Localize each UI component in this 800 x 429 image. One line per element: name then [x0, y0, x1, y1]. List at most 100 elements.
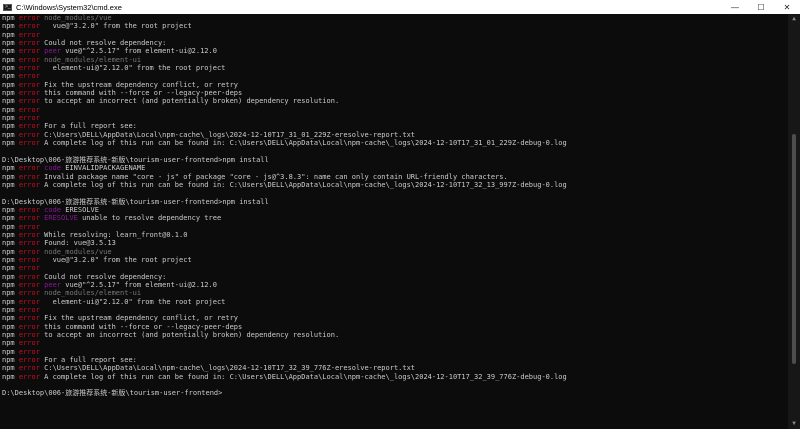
npm-prefix: npm	[2, 89, 19, 98]
error-message: this command with --force or --legacy-pe…	[39, 322, 243, 331]
error-tag: error	[18, 114, 40, 123]
console-line: D:\Desktop\006-旅游推荐系统-新版\tourism-user-fr…	[2, 156, 788, 164]
error-message: While resolving: learn_front@0.1.0	[39, 230, 188, 239]
error-message: A complete log of this run can be found …	[39, 139, 567, 148]
error-tag: error	[18, 297, 40, 306]
error-tag: error	[18, 80, 40, 89]
error-code: code	[39, 164, 62, 173]
console-line: npm error node_modules/element-ui	[2, 289, 788, 297]
npm-prefix: npm	[2, 172, 19, 181]
error-message: vue@"3.2.0" from the root project	[39, 255, 192, 264]
npm-prefix: npm	[2, 306, 19, 315]
error-message: to accept an incorrect (and potentially …	[39, 97, 340, 106]
error-message: to accept an incorrect (and potentially …	[39, 331, 340, 340]
npm-prefix: npm	[2, 164, 19, 173]
npm-prefix: npm	[2, 247, 19, 256]
npm-prefix: npm	[2, 30, 19, 39]
scroll-thumb[interactable]	[792, 134, 796, 364]
error-message: A complete log of this run can be found …	[39, 372, 567, 381]
error-tag: error	[18, 289, 40, 298]
error-tag: error	[18, 89, 40, 98]
error-tag: error	[18, 139, 40, 148]
console-line: npm error Fix the upstream dependency co…	[2, 81, 788, 89]
console-line: npm error C:\Users\DELL\AppData\Local\np…	[2, 364, 788, 372]
error-message: Found: vue@3.5.13	[39, 239, 116, 248]
error-tag: error	[18, 164, 40, 173]
maximize-button[interactable]: ☐	[748, 0, 774, 14]
close-button[interactable]: ✕	[774, 0, 800, 14]
error-tag: error	[18, 55, 40, 64]
console-line: npm error this command with --force or -…	[2, 323, 788, 331]
error-message: vue@"^2.5.17" from element-ui@2.12.0	[61, 281, 217, 289]
error-message: element-ui@"2.12.0" from the root projec…	[39, 297, 226, 306]
npm-prefix: npm	[2, 180, 19, 189]
console-line: npm error A complete log of this run can…	[2, 373, 788, 381]
console-line: npm error this command with --force or -…	[2, 89, 788, 97]
npm-prefix: npm	[2, 372, 19, 381]
console-line: npm error	[2, 72, 788, 80]
scroll-down-icon[interactable]: ▼	[788, 419, 800, 429]
console-line: npm error Could not resolve dependency:	[2, 39, 788, 47]
prompt-text: D:\Desktop\006-旅游推荐系统-新版\tourism-user-fr…	[2, 389, 223, 398]
error-message: Invalid package name "core - js" of pack…	[39, 172, 508, 181]
console-line: npm error element-ui@"2.12.0" from the r…	[2, 298, 788, 306]
npm-prefix: npm	[2, 205, 19, 214]
error-message: unable to resolve dependency tree	[77, 214, 222, 223]
prompt-text: D:\Desktop\006-旅游推荐系统-新版\tourism-user-fr…	[2, 155, 269, 164]
error-message: vue@"^2.5.17" from element-ui@2.12.0	[61, 47, 217, 56]
error-tag: error	[18, 222, 40, 231]
npm-prefix: npm	[2, 122, 19, 131]
npm-prefix: npm	[2, 222, 19, 231]
npm-prefix: npm	[2, 139, 19, 148]
window-title: C:\Windows\System32\cmd.exe	[16, 2, 122, 12]
npm-prefix: npm	[2, 22, 19, 31]
console-line: npm error node_modules/vue	[2, 248, 788, 256]
console-line: npm error Invalid package name "core - j…	[2, 173, 788, 181]
npm-prefix: npm	[2, 214, 19, 223]
console-line: npm error peer vue@"^2.5.17" from elemen…	[2, 281, 788, 289]
error-message: node_modules/element-ui	[39, 289, 142, 298]
vertical-scrollbar[interactable]: ▲ ▼	[788, 14, 800, 429]
error-message: vue@"3.2.0" from the root project	[39, 22, 192, 31]
console-line: npm error Could not resolve dependency:	[2, 273, 788, 281]
error-message: Fix the upstream dependency conflict, or…	[39, 314, 239, 323]
console-line: npm error	[2, 348, 788, 356]
error-message: Could not resolve dependency:	[39, 272, 167, 281]
npm-prefix: npm	[2, 272, 19, 281]
error-message: For a full report see:	[39, 122, 137, 131]
minimize-button[interactable]: —	[722, 0, 748, 14]
npm-prefix: npm	[2, 281, 19, 289]
error-message: Fix the upstream dependency conflict, or…	[39, 80, 239, 89]
error-tag: error	[18, 64, 40, 73]
title-bar[interactable]: >_ C:\Windows\System32\cmd.exe — ☐ ✕	[0, 0, 800, 14]
console-line: npm error element-ui@"2.12.0" from the r…	[2, 64, 788, 72]
error-tag: error	[18, 105, 40, 114]
error-tag: error	[18, 322, 40, 331]
npm-prefix: npm	[2, 72, 19, 81]
error-tag: error	[18, 247, 40, 256]
error-message: this command with --force or --legacy-pe…	[39, 89, 243, 98]
error-tag: error	[18, 180, 40, 189]
npm-prefix: npm	[2, 364, 19, 373]
error-code: code	[39, 205, 62, 214]
console-line: npm error A complete log of this run can…	[2, 181, 788, 189]
console-line: npm error While resolving: learn_front@0…	[2, 231, 788, 239]
console-line: npm error A complete log of this run can…	[2, 139, 788, 147]
cmd-icon: >_	[3, 3, 12, 11]
npm-prefix: npm	[2, 97, 19, 106]
console-line: npm error to accept an incorrect (and po…	[2, 97, 788, 105]
console-line: npm error	[2, 114, 788, 122]
error-tag: error	[18, 331, 40, 340]
console-line: npm error	[2, 223, 788, 231]
error-tag: error	[18, 47, 40, 56]
error-tag: error	[18, 205, 40, 214]
error-message: A complete log of this run can be found …	[39, 180, 567, 189]
scroll-up-icon[interactable]: ▲	[788, 14, 800, 24]
npm-prefix: npm	[2, 356, 19, 365]
console-output[interactable]: npm error node_modules/vue npm error vue@…	[0, 14, 788, 429]
npm-prefix: npm	[2, 339, 19, 348]
error-code: peer	[39, 47, 62, 56]
error-tag: error	[18, 314, 40, 323]
error-tag: error	[18, 97, 40, 106]
